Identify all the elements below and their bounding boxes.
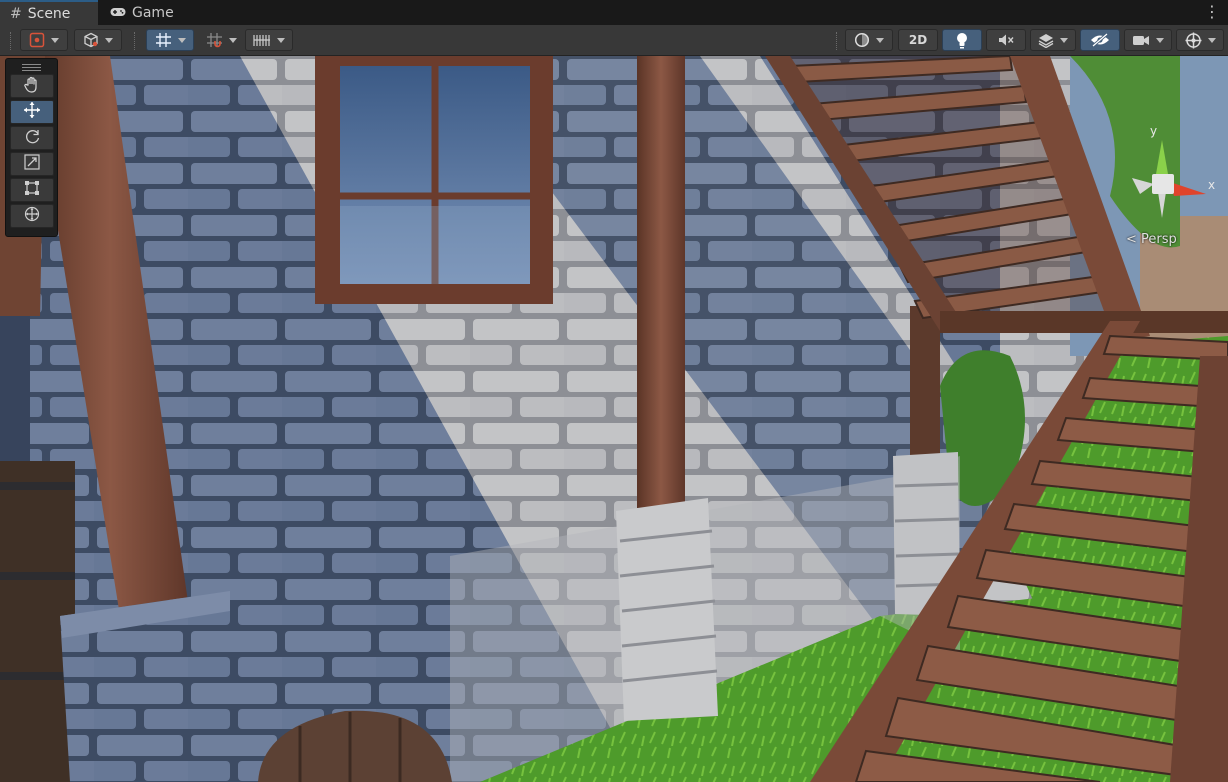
- speaker-mute-icon: [998, 33, 1015, 47]
- gamepad-icon: [110, 5, 126, 21]
- tab-bar: # Scene Game ⋮: [0, 0, 1228, 25]
- camera-settings-dropdown[interactable]: [1124, 29, 1172, 51]
- effects-dropdown[interactable]: [1030, 29, 1076, 51]
- axis-x-label: x: [1208, 178, 1216, 192]
- camera-icon: [1132, 34, 1150, 47]
- hand-tool[interactable]: [10, 74, 54, 98]
- move-tool[interactable]: [10, 100, 54, 124]
- eye-crossed-icon: [1090, 33, 1110, 47]
- projection-toggle[interactable]: < Persp: [1126, 232, 1177, 247]
- grid-hash-icon: #: [10, 5, 22, 22]
- scene-toolbar: 2D: [0, 25, 1228, 56]
- hand-icon: [24, 76, 40, 97]
- grid-snap-icon: [155, 32, 172, 48]
- toolbar-grip: [134, 32, 136, 50]
- chevron-down-icon: [51, 37, 59, 43]
- axis-y-cone[interactable]: [1156, 140, 1168, 174]
- shading-circle-icon: [854, 32, 870, 48]
- increment-snapping-dropdown[interactable]: [245, 29, 293, 51]
- chevron-down-icon: [228, 37, 237, 43]
- lighting-toggle[interactable]: [942, 29, 982, 51]
- pivot-icon: [29, 32, 45, 48]
- chevron-down-icon: [105, 37, 113, 43]
- scale-tool[interactable]: [10, 152, 54, 176]
- axis-x-cone[interactable]: [1170, 182, 1206, 196]
- axis-y-label: y: [1150, 124, 1158, 138]
- scene-viewport[interactable]: y x < Persp: [0, 56, 1228, 782]
- rect-icon: [24, 180, 40, 200]
- chevron-down-icon: [277, 37, 285, 43]
- toggle-2d-label: 2D: [908, 33, 928, 47]
- toggle-2d-button[interactable]: 2D: [898, 29, 938, 51]
- audio-toggle[interactable]: [986, 29, 1026, 51]
- gizmo-globe-icon: [1185, 32, 1202, 49]
- toolbar-grip: [836, 32, 838, 50]
- transform-tool[interactable]: [10, 204, 54, 228]
- scene-render: [0, 56, 1228, 782]
- tools-overlay: [5, 58, 58, 237]
- chevron-down-icon: [876, 37, 884, 43]
- lightbulb-icon: [955, 32, 969, 49]
- draw-mode-dropdown[interactable]: [845, 29, 893, 51]
- grid-visibility-dropdown[interactable]: [146, 29, 194, 51]
- axis-neg-x-cone[interactable]: [1132, 178, 1154, 194]
- cube-icon: [83, 32, 99, 48]
- gizmo-center-cube[interactable]: [1152, 174, 1174, 194]
- layers-icon: [1038, 33, 1054, 48]
- scene-visibility-toggle[interactable]: [1080, 29, 1120, 51]
- magnet-grid-icon: [206, 32, 223, 48]
- tab-game[interactable]: Game: [100, 0, 180, 25]
- rect-tool[interactable]: [10, 178, 54, 202]
- move-arrows-icon: [23, 101, 41, 123]
- tab-scene[interactable]: # Scene: [0, 0, 98, 25]
- chevron-left-icon: <: [1126, 232, 1137, 247]
- transform-icon: [23, 205, 41, 227]
- scale-icon: [24, 154, 40, 174]
- tool-handle-position-dropdown[interactable]: [20, 29, 68, 51]
- chevron-down-icon: [177, 37, 186, 43]
- tab-scene-label: Scene: [27, 5, 71, 22]
- overlay-drag-handle[interactable]: [10, 62, 53, 72]
- rotate-tool[interactable]: [10, 126, 54, 150]
- grid-snapping-dropdown[interactable]: [199, 29, 243, 51]
- more-options-icon[interactable]: ⋮: [1204, 2, 1220, 22]
- axis-neg-y-cone[interactable]: [1158, 192, 1166, 218]
- gizmos-dropdown[interactable]: [1176, 29, 1224, 51]
- chevron-down-icon: [1207, 37, 1216, 43]
- toolbar-grip: [10, 32, 12, 50]
- rotate-icon: [24, 128, 41, 149]
- global-local-dropdown[interactable]: [74, 29, 122, 51]
- chevron-down-icon: [1156, 37, 1164, 43]
- projection-label: Persp: [1141, 232, 1177, 247]
- ruler-icon: [253, 33, 271, 47]
- tab-game-label: Game: [132, 4, 174, 21]
- chevron-down-icon: [1060, 37, 1068, 43]
